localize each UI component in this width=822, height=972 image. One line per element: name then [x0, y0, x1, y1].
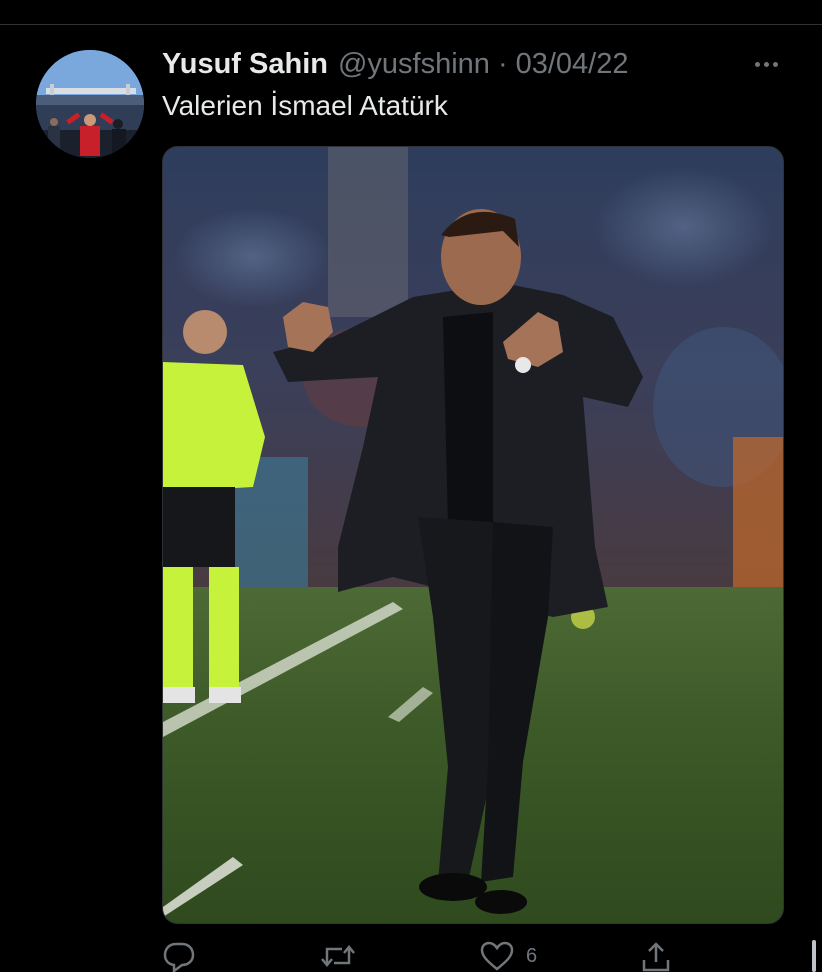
tweet-header: Yusuf Sahin @yusfshinn · 03/04/22: [162, 48, 629, 82]
tweet-media[interactable]: [162, 146, 784, 924]
tweet-text: Valerien İsmael Atatürk: [162, 90, 448, 121]
author-display-name[interactable]: Yusuf Sahin: [162, 48, 328, 81]
more-dot-icon: [763, 61, 769, 67]
tweet-view: Yusuf Sahin @yusfshinn · 03/04/22 Valeri…: [0, 0, 822, 972]
more-options-button[interactable]: [746, 52, 786, 76]
avatar-image: [36, 50, 144, 158]
share-icon: [642, 942, 670, 972]
top-divider: [0, 24, 822, 25]
share-button[interactable]: [640, 940, 672, 972]
like-count: 6: [526, 944, 538, 967]
reply-icon: [163, 942, 195, 972]
tweet-actions: 6: [162, 940, 682, 972]
heart-icon: [480, 941, 514, 971]
avatar[interactable]: [36, 50, 144, 158]
more-dot-icon: [772, 61, 778, 67]
scrollbar[interactable]: [812, 940, 816, 972]
retweet-button[interactable]: [320, 940, 356, 972]
tweet-date[interactable]: 03/04/22: [516, 48, 629, 81]
more-dot-icon: [754, 61, 760, 67]
retweet-icon: [321, 945, 355, 967]
media-photo: [163, 147, 783, 923]
header-separator: ·: [497, 48, 508, 80]
like-button[interactable]: 6: [480, 940, 537, 972]
author-handle[interactable]: @yusfshinn: [338, 48, 490, 81]
reply-button[interactable]: [162, 940, 196, 972]
